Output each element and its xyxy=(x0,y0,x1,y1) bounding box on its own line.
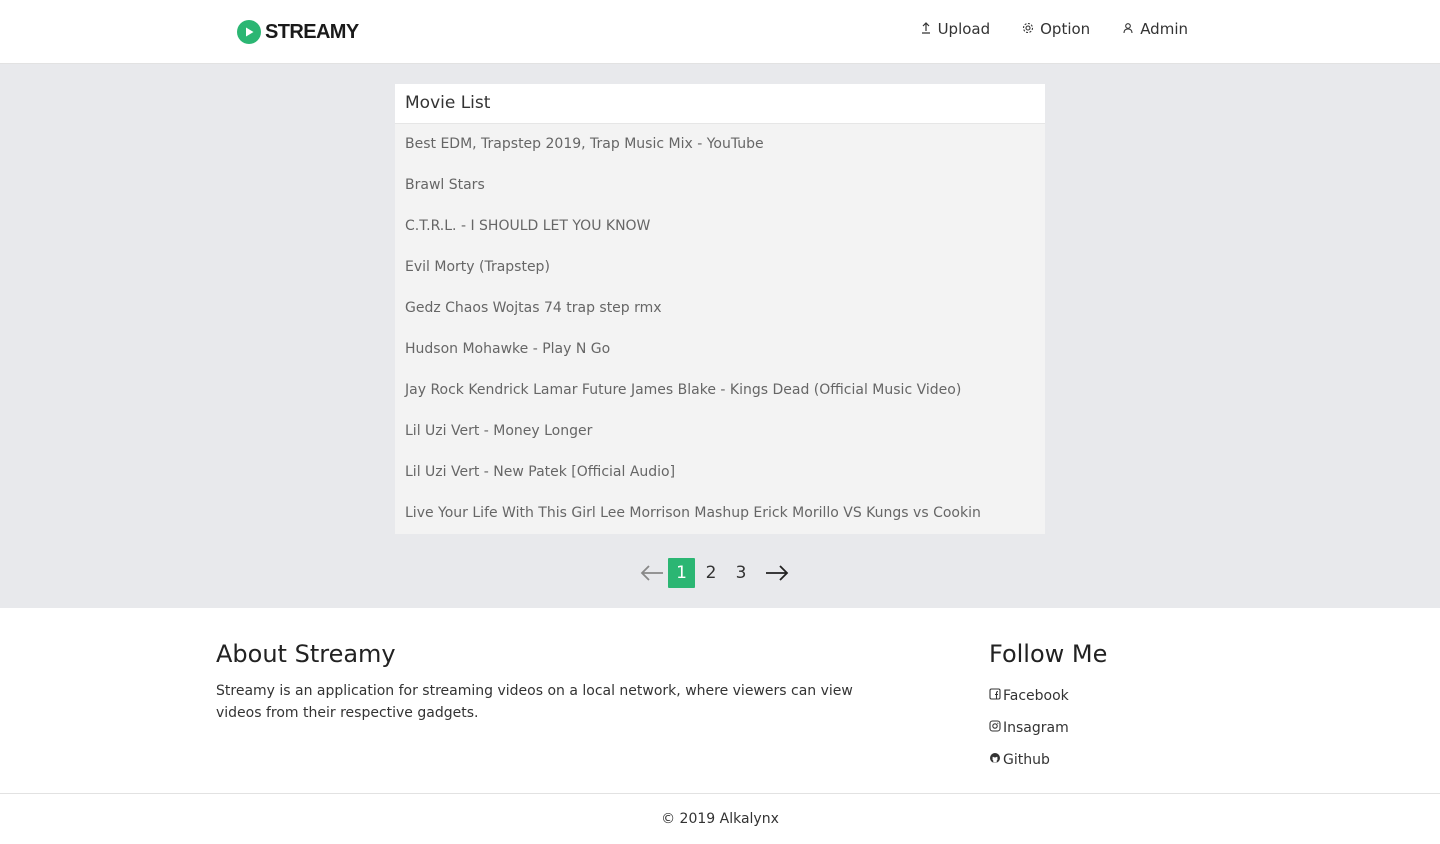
movie-list-item[interactable]: Gedz Chaos Wojtas 74 trap step rmx xyxy=(395,288,1045,329)
copyright: © 2019 Alkalynx xyxy=(0,794,1440,844)
nav-upload-label: Upload xyxy=(937,20,991,38)
github-label: Github xyxy=(1003,752,1050,768)
main-section: Movie List Best EDM, Trapstep 2019, Trap… xyxy=(0,64,1440,608)
instagram-label: Insagram xyxy=(1003,720,1069,736)
next-page-button[interactable] xyxy=(762,558,792,588)
movie-list-item[interactable]: Jay Rock Kendrick Lamar Future James Bla… xyxy=(395,370,1045,411)
facebook-link[interactable]: Facebook xyxy=(989,680,1107,712)
arrow-left-icon xyxy=(640,565,663,581)
user-icon xyxy=(1122,20,1134,38)
prev-page-button[interactable] xyxy=(637,558,667,588)
pagination: 1 2 3 xyxy=(637,558,792,588)
nav-admin-label: Admin xyxy=(1140,20,1188,38)
movie-list-item[interactable]: Live Your Life With This Girl Lee Morris… xyxy=(395,493,1045,534)
navbar: STREAMY Upload Option Admin xyxy=(0,0,1440,64)
instagram-link[interactable]: Insagram xyxy=(989,712,1107,744)
upload-icon xyxy=(920,20,932,38)
nav-option-label: Option xyxy=(1040,20,1091,38)
facebook-icon xyxy=(989,688,1001,704)
gear-icon xyxy=(1022,20,1034,38)
movie-list-title: Movie List xyxy=(395,84,1045,124)
page-3-button[interactable]: 3 xyxy=(727,558,755,588)
instagram-icon xyxy=(989,720,1001,736)
movie-list-card: Movie List Best EDM, Trapstep 2019, Trap… xyxy=(395,84,1045,534)
about-text: Streamy is an application for streaming … xyxy=(216,683,853,721)
page-2-button[interactable]: 2 xyxy=(697,558,725,588)
nav-option-link[interactable]: Option xyxy=(1022,20,1090,38)
follow-section: Follow Me Facebook Insagram Github xyxy=(989,640,1107,776)
brand-name: STREAMY xyxy=(265,20,359,43)
footer: About Streamy Streamy is an application … xyxy=(0,608,1440,794)
arrow-right-icon xyxy=(766,565,789,581)
github-link[interactable]: Github xyxy=(989,744,1107,776)
follow-title: Follow Me xyxy=(989,640,1108,668)
page-1-button[interactable]: 1 xyxy=(668,558,695,588)
brand-logo[interactable]: STREAMY xyxy=(237,20,359,44)
about-section: About Streamy Streamy is an application … xyxy=(216,640,896,724)
movie-list-item[interactable]: Best EDM, Trapstep 2019, Trap Music Mix … xyxy=(395,124,1045,165)
movie-list-item[interactable]: Lil Uzi Vert - New Patek [Official Audio… xyxy=(395,452,1045,493)
movie-list-item[interactable]: Lil Uzi Vert - Money Longer xyxy=(395,411,1045,452)
nav-links: Upload Option Admin xyxy=(920,20,1188,38)
movie-list-item[interactable]: Hudson Mohawke - Play N Go xyxy=(395,329,1045,370)
nav-upload-link[interactable]: Upload xyxy=(920,20,991,38)
facebook-label: Facebook xyxy=(1003,688,1069,704)
play-icon xyxy=(237,20,261,44)
nav-admin-link[interactable]: Admin xyxy=(1122,20,1188,38)
movie-list-item[interactable]: Brawl Stars xyxy=(395,165,1045,206)
movie-list-item[interactable]: Evil Morty (Trapstep) xyxy=(395,247,1045,288)
movie-list-item[interactable]: C.T.R.L. - I SHOULD LET YOU KNOW xyxy=(395,206,1045,247)
github-icon xyxy=(989,752,1001,768)
movie-list: Best EDM, Trapstep 2019, Trap Music Mix … xyxy=(395,124,1045,534)
about-title: About Streamy xyxy=(216,640,396,668)
